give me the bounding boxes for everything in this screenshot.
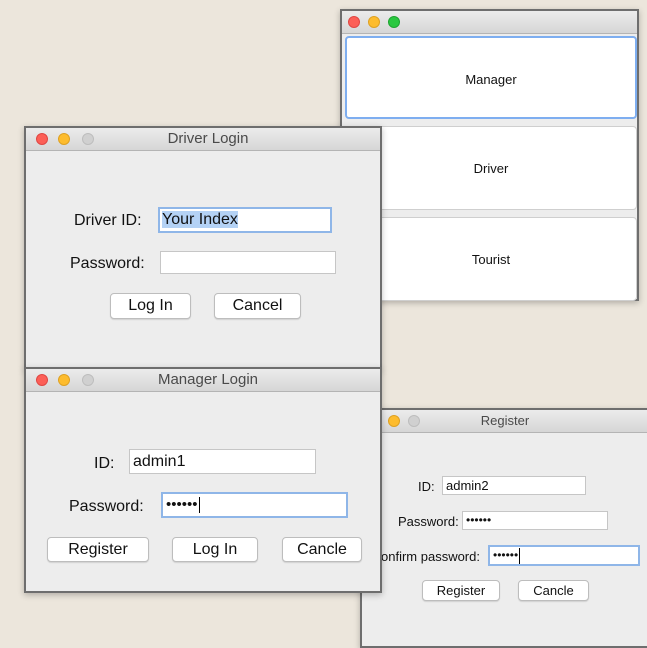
cancel-button[interactable]: Cancel <box>214 293 301 319</box>
window-title: Register <box>480 413 530 428</box>
id-field[interactable]: admin1 <box>129 449 316 474</box>
tourist-role-button[interactable]: Tourist <box>345 217 637 301</box>
password-label: Password: <box>70 255 145 272</box>
password-label: Password: <box>69 498 144 515</box>
id-field[interactable]: admin2 <box>442 476 586 495</box>
zoom-icon[interactable] <box>388 16 400 28</box>
manager-login-titlebar[interactable]: Manager Login <box>26 369 380 392</box>
confirm-password-field[interactable]: •••••• <box>488 545 640 566</box>
password-field[interactable] <box>160 251 336 274</box>
driver-id-label: Driver ID: <box>74 212 142 229</box>
role-window-titlebar[interactable] <box>342 11 637 34</box>
id-label: ID: <box>418 479 435 494</box>
close-icon[interactable] <box>348 16 360 28</box>
driver-id-field[interactable]: Your Index <box>158 207 332 233</box>
minimize-icon[interactable] <box>368 16 380 28</box>
password-value: •••••• <box>166 496 198 513</box>
text-cursor <box>519 547 521 564</box>
selected-text: Your Index <box>162 211 238 228</box>
driver-role-button[interactable]: Driver <box>345 126 637 210</box>
cancel-button[interactable]: Cancle <box>282 537 362 562</box>
driver-login-window: Driver Login Driver ID: Your Index Passw… <box>24 126 382 370</box>
window-title: Driver Login <box>167 130 249 147</box>
register-button[interactable]: Register <box>47 537 149 562</box>
manager-role-button[interactable]: Manager <box>345 36 637 119</box>
password-label: Password: <box>398 514 459 529</box>
register-button[interactable]: Register <box>422 580 500 601</box>
login-button[interactable]: Log In <box>172 537 258 562</box>
cancel-button[interactable]: Cancle <box>518 580 589 601</box>
login-button[interactable]: Log In <box>110 293 191 319</box>
password-field[interactable]: •••••• <box>462 511 608 530</box>
register-titlebar[interactable]: Register <box>362 410 647 433</box>
role-selection-window: Manager Driver Tourist <box>340 9 639 301</box>
confirm-password-label: onfirm password: <box>381 549 480 564</box>
window-title: Manager Login <box>157 371 259 388</box>
register-window: Register ID: admin2 Password: •••••• onf… <box>360 408 647 648</box>
manager-login-window: Manager Login ID: admin1 Password: •••••… <box>24 367 382 593</box>
id-label: ID: <box>94 455 115 472</box>
driver-login-titlebar[interactable]: Driver Login <box>26 128 380 151</box>
confirm-password-value: •••••• <box>493 548 519 562</box>
password-field[interactable]: •••••• <box>161 492 348 518</box>
text-cursor <box>198 497 200 514</box>
